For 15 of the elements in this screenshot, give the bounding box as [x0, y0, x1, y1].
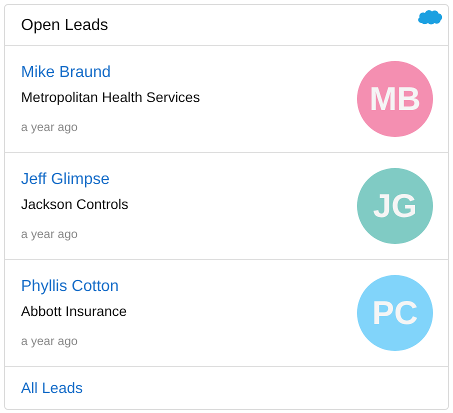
initials-avatar: PC	[357, 275, 433, 351]
timestamp: a year ago	[21, 227, 78, 241]
lead-name-link[interactable]: Phyllis Cotton	[21, 278, 119, 296]
cloud-logo-icon	[417, 8, 443, 25]
company-name: Jackson Controls	[21, 196, 128, 212]
company-name: Abbott Insurance	[21, 303, 127, 319]
company-name: Metropolitan Health Services	[21, 89, 200, 105]
lead-name-link[interactable]: Mike Braund	[21, 64, 111, 82]
timestamp: a year ago	[21, 334, 78, 348]
initials-avatar: JG	[357, 168, 433, 244]
timestamp: a year ago	[21, 120, 78, 134]
all-leads-link[interactable]: All Leads	[21, 380, 83, 396]
lead-name-link[interactable]: Jeff Glimpse	[21, 171, 110, 189]
initials-avatar: MB	[357, 61, 433, 137]
card-title: Open Leads	[21, 17, 108, 35]
